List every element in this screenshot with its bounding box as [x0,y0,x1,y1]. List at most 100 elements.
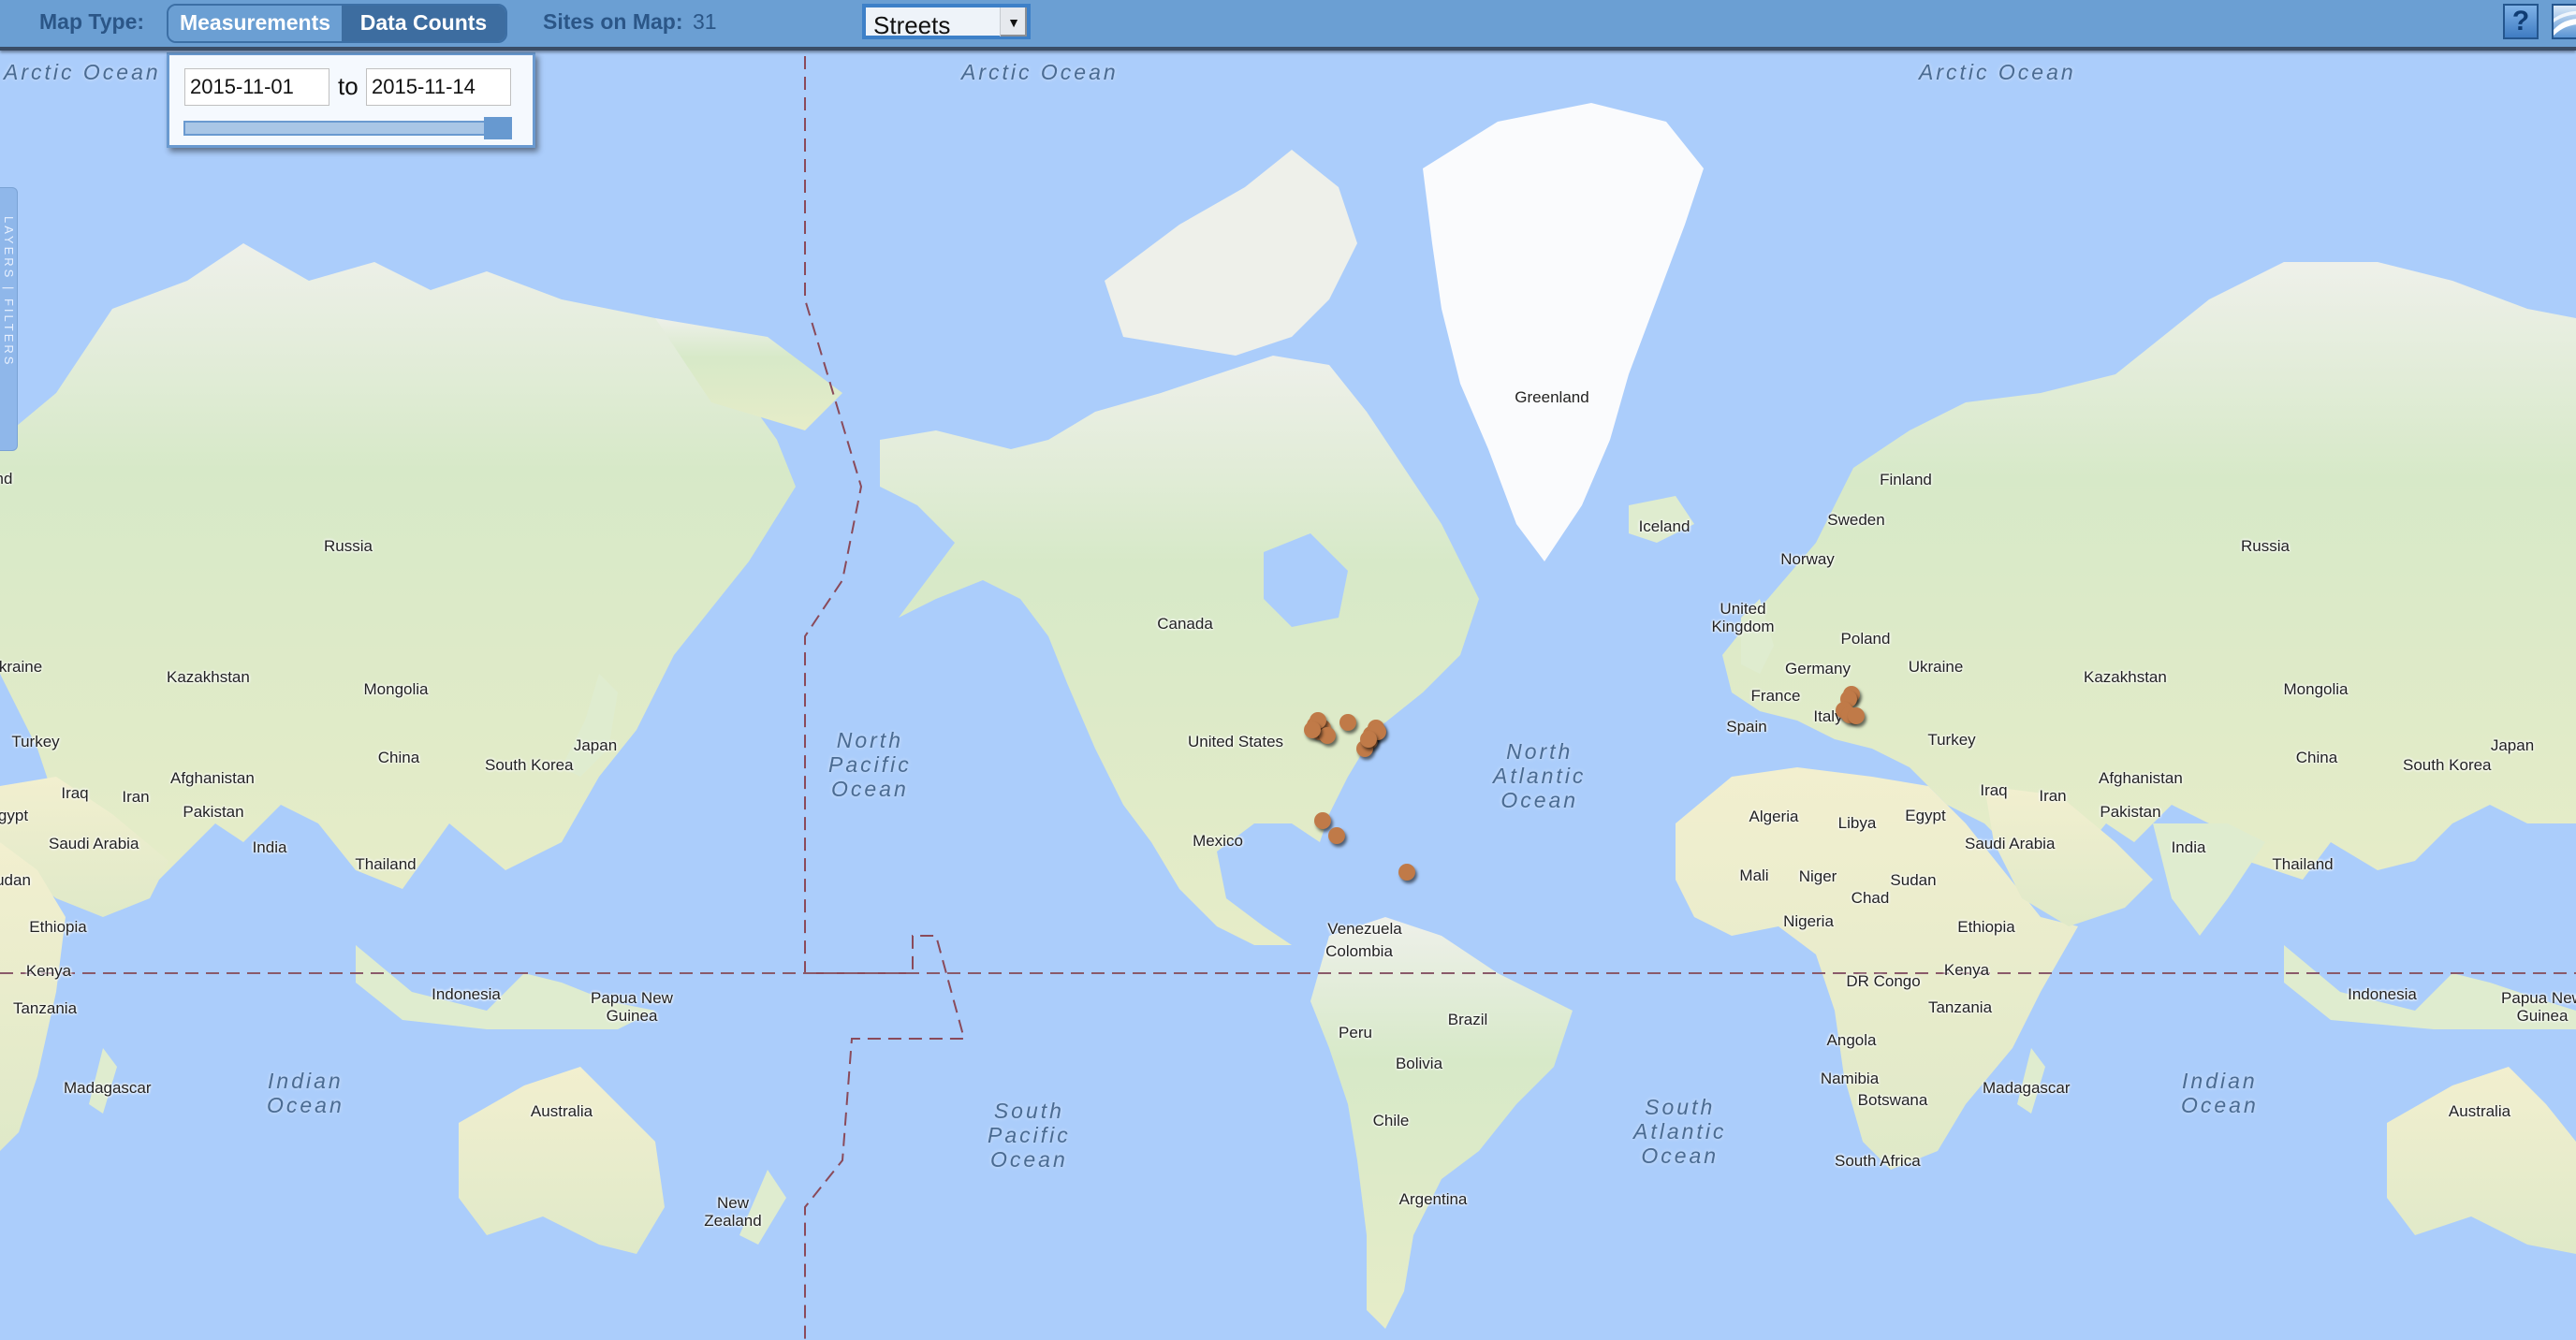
ocean-label-indian-1: Indian Ocean [267,1069,344,1117]
country-label: Egypt [1905,807,1946,824]
ocean-label-south-pacific: South Pacific Ocean [988,1099,1071,1172]
map-type-measurements-button[interactable]: Measurements [168,6,342,41]
country-label: Namibia [1820,1070,1880,1087]
basemap-select[interactable]: Streets ▼ [862,4,1031,39]
top-toolbar: Map Type: Measurements Data Counts Sites… [0,0,2576,51]
site-marker[interactable] [1319,727,1336,744]
country-label: United States [1188,733,1284,750]
country-label: Chad [1851,889,1890,907]
date-range-separator: to [338,72,359,100]
date-range-panel: to [167,52,535,148]
country-label: Greenland [1515,388,1589,406]
date-range-slider-track[interactable] [183,121,511,136]
country-label: India [252,838,287,856]
site-marker[interactable] [1328,827,1345,844]
ocean-label-arctic-1: Arctic Ocean [4,60,161,84]
country-label: Norway [1780,550,1835,568]
country-label: South Africa [1835,1152,1921,1170]
ocean-label-arctic-3: Arctic Ocean [1919,60,2076,84]
country-label: Thailand [2272,855,2334,873]
country-label: Kenya [1943,961,1990,979]
country-label: Iraq [61,784,89,802]
country-label: Indonesia [2348,985,2417,1003]
country-label: Niger [1798,867,1837,885]
country-label: kraine [0,658,43,676]
country-label: Sweden [1827,511,1885,529]
map-tiles [0,0,2576,1340]
start-date-input[interactable] [184,68,329,106]
country-label: Tanzania [12,999,78,1017]
country-label: Indonesia [432,985,501,1003]
country-label: Angola [1826,1031,1877,1049]
country-label: Madagascar [64,1079,152,1097]
site-marker[interactable] [1304,721,1321,738]
basemap-layers-button[interactable] [2552,4,2576,39]
country-label: Turkey [1927,731,1976,749]
site-marker[interactable] [1398,864,1415,881]
country-label: Argentina [1398,1190,1468,1208]
help-button[interactable]: ? [2503,4,2539,39]
country-label: Papua New Guinea [591,989,673,1025]
end-date-input[interactable] [366,68,511,106]
country-label: United Kingdom [1711,600,1775,635]
country-label: Peru [1339,1024,1372,1041]
country-label: Germany [1785,660,1851,677]
country-label: Saudi Arabia [49,835,139,852]
country-label: gypt [0,807,29,824]
country-label: South Korea [2403,756,2492,774]
date-range-slider-handle[interactable] [484,117,512,139]
site-marker[interactable] [1339,714,1356,731]
country-label: Ethiopia [1957,918,2015,936]
country-label: South Korea [485,756,574,774]
ocean-label-south-atlantic: South Atlantic Ocean [1633,1095,1727,1168]
country-label: Japan [2490,736,2535,754]
country-label: Pakistan [2100,803,2161,821]
country-label: Ukraine [1908,658,1964,676]
ocean-label-north-atlantic: North Atlantic Ocean [1493,739,1587,812]
question-mark-icon: ? [2511,6,2530,36]
country-label: China [377,749,420,766]
country-label: Spain [1726,718,1767,736]
map-type-label: Map Type: [39,9,145,34]
country-label: Mexico [1193,832,1243,850]
country-label: DR Congo [1846,972,1921,990]
country-label: Algeria [1749,808,1799,825]
world-map[interactable]: Arctic Ocean Arctic Ocean Arctic Ocean N… [0,0,2576,1340]
country-label: China [2295,749,2338,766]
country-label: Australia [2448,1102,2511,1120]
country-label: Bolivia [1395,1055,1443,1072]
site-marker[interactable] [1848,707,1865,724]
country-label: Chile [1372,1112,1410,1129]
country-label: Finland [1880,471,1932,488]
country-label: France [1750,687,1801,705]
country-label: Poland [1840,630,1891,648]
country-label: Afghanistan [170,769,255,787]
site-marker[interactable] [1314,812,1331,829]
country-label: New Zealand [704,1194,762,1230]
country-label: Tanzania [1927,998,1993,1016]
layers-filters-tab[interactable]: LAYERS | FILTERS [0,187,18,451]
country-label: Venezuela [1327,920,1402,938]
country-label: Ethiopia [29,918,87,936]
country-label: Iran [2039,787,2067,805]
country-label: Brazil [1447,1011,1488,1028]
country-label: Sudan [1890,871,1937,889]
country-label: Colombia [1325,942,1393,960]
map-type-data-counts-button[interactable]: Data Counts [342,6,505,41]
country-label: Russia [324,537,373,555]
map-type-toggle: Measurements Data Counts [167,4,507,43]
chevron-down-icon[interactable]: ▼ [1000,7,1027,36]
country-label: Iceland [1638,517,1690,535]
country-label: Japan [573,736,618,754]
country-label: Thailand [355,855,417,873]
country-label: Papua New Guinea [2501,989,2576,1025]
basemap-layers-icon [2554,10,2576,36]
country-label: Kenya [25,962,72,980]
country-label: nd [0,470,13,488]
country-label: Saudi Arabia [1965,835,2056,852]
basemap-select-value: Streets [873,11,951,39]
country-label: Afghanistan [2099,769,2183,787]
country-label: India [2171,838,2206,856]
site-marker[interactable] [1360,731,1377,748]
layers-filters-tab-label: LAYERS | FILTERS [2,216,16,368]
